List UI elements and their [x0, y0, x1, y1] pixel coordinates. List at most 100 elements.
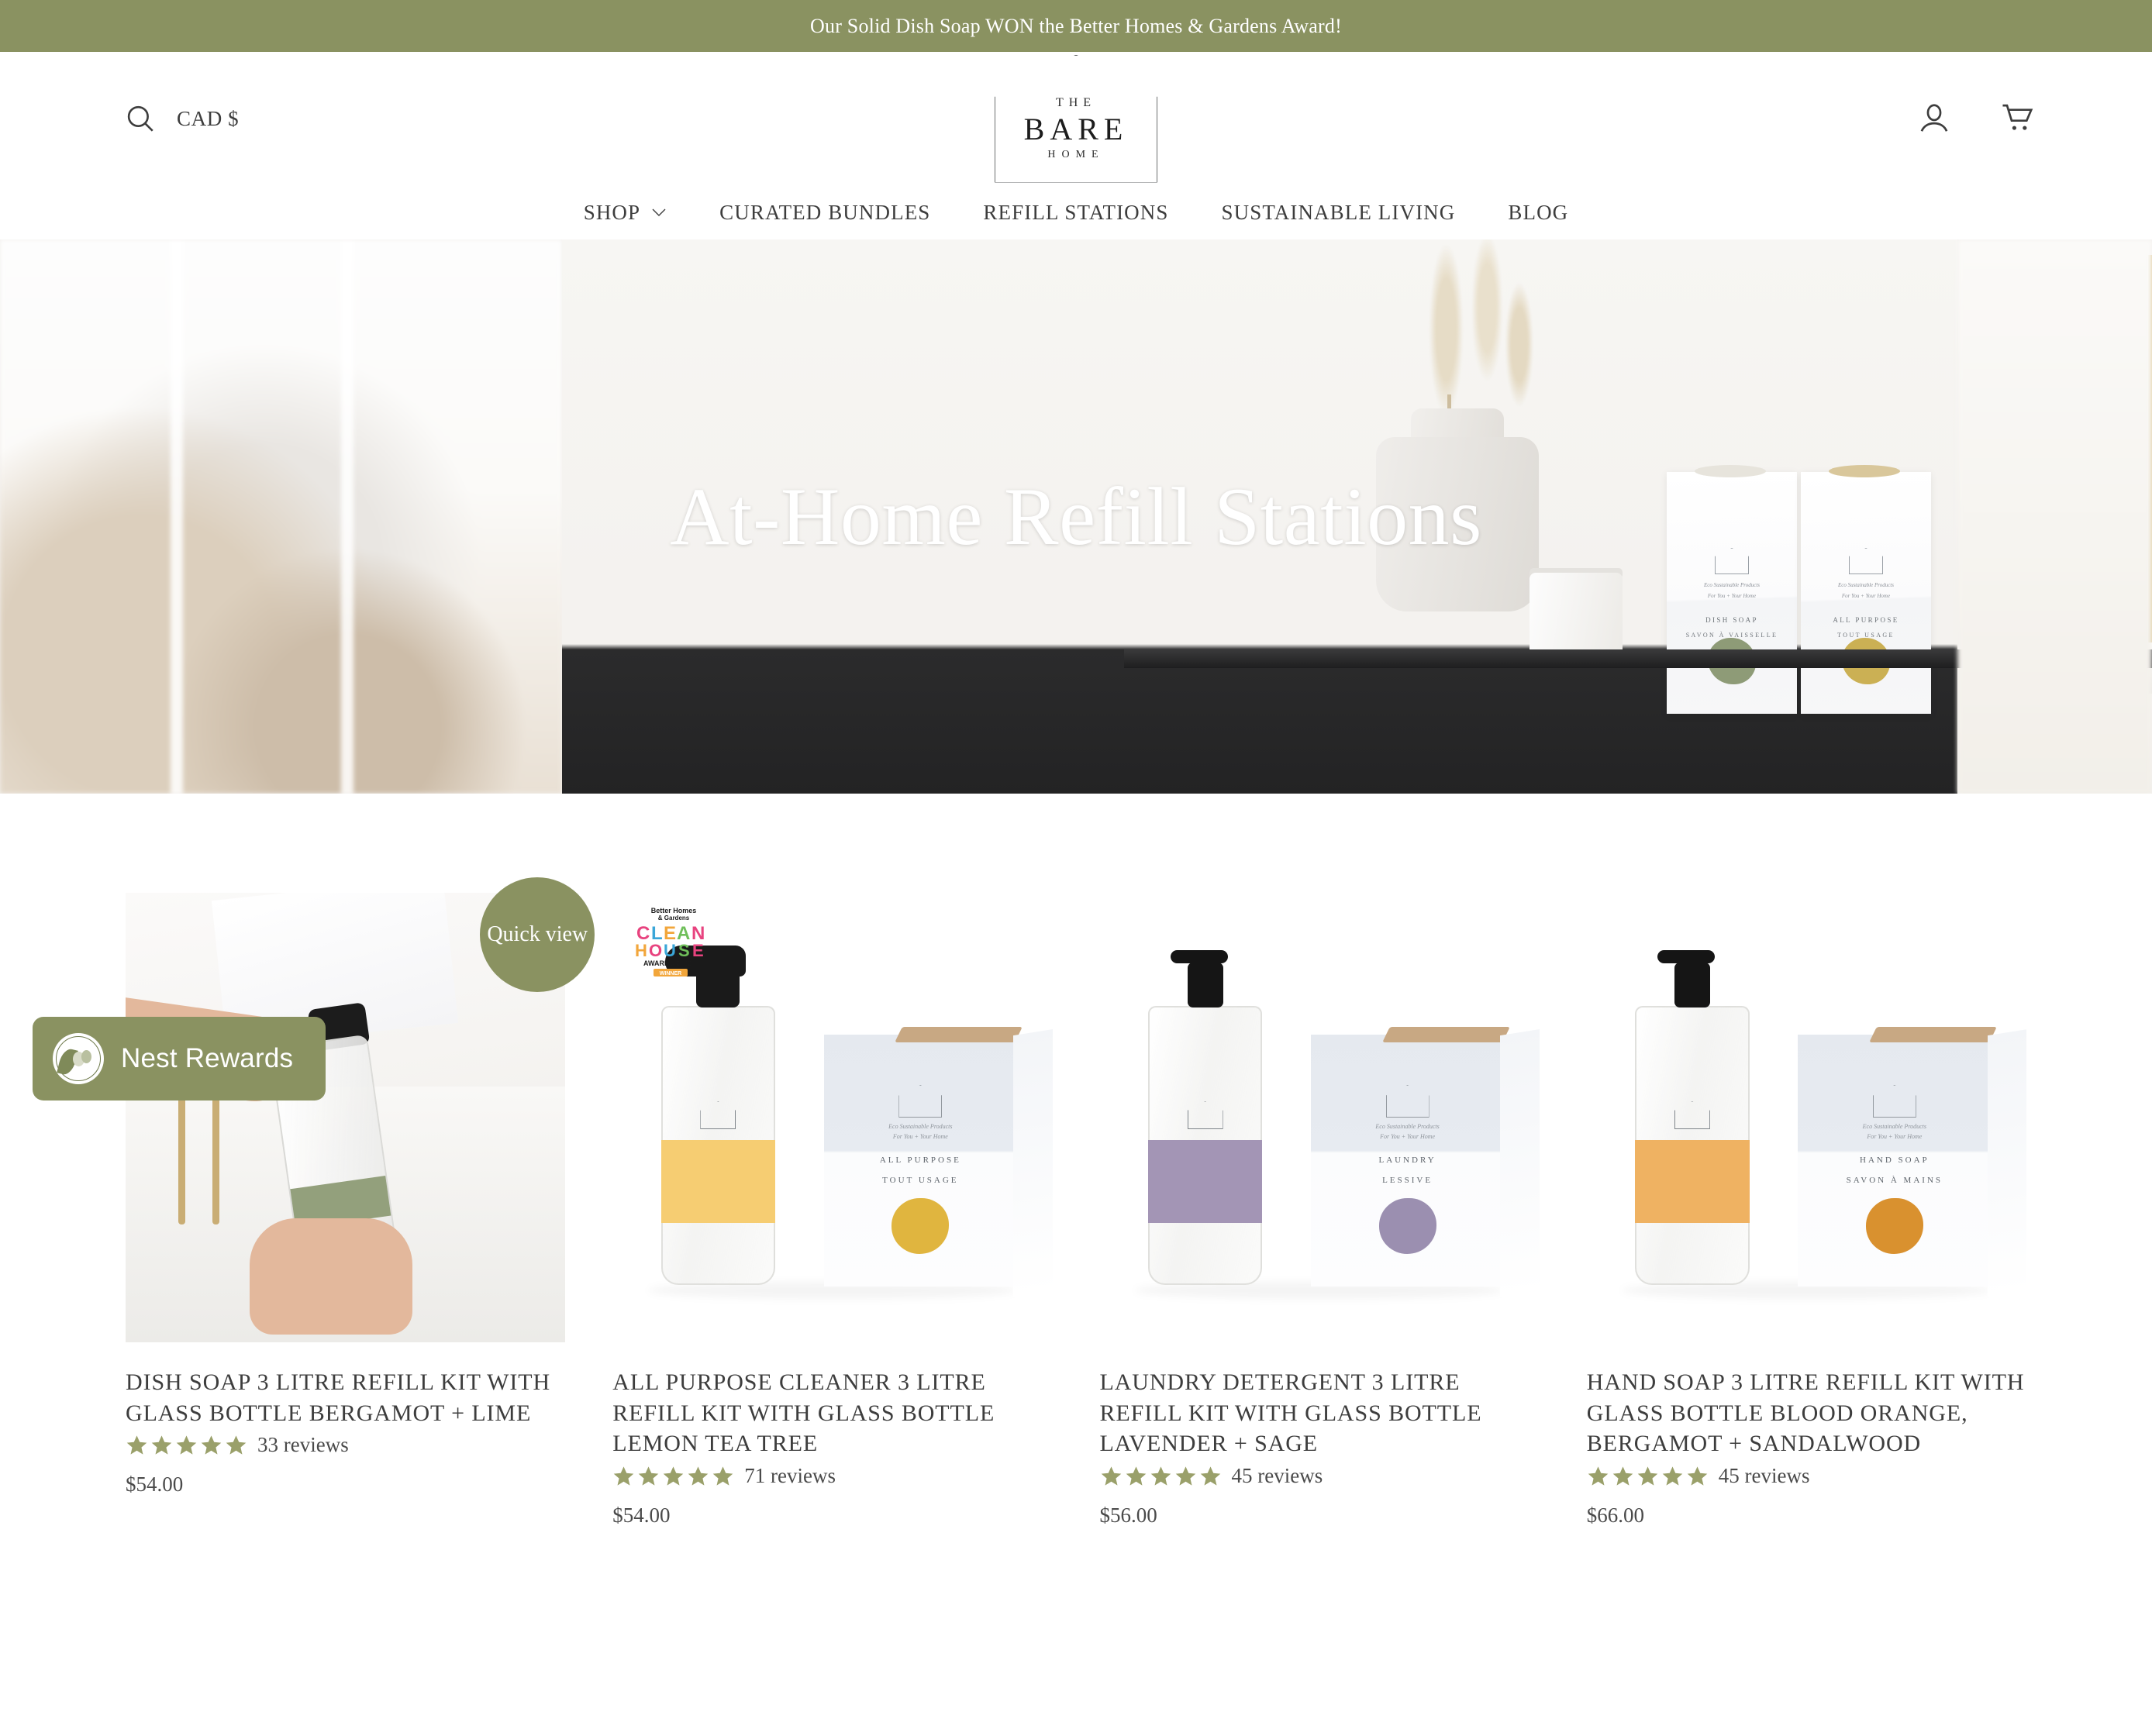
refill-box: Eco Sustainable Products For You + Your … — [823, 1027, 1053, 1298]
chevron-down-icon — [652, 208, 666, 216]
hero-box1-name: DISH SOAP — [1705, 616, 1758, 624]
pump-bottle — [1147, 950, 1263, 1285]
header-left-controls: CAD $ — [124, 102, 239, 135]
product-title[interactable]: LAUNDRY DETERGENT 3 LITRE REFILL KIT WIT… — [1100, 1367, 1540, 1459]
search-icon[interactable] — [124, 102, 157, 135]
refill-box: Eco Sustainable Products For You + Your … — [1310, 1027, 1540, 1298]
nav-item-blog[interactable]: BLOG — [1481, 201, 1595, 225]
product-grid: Quick view DISH SOAP 3 LITRE REFILL KIT … — [126, 877, 2026, 1528]
nest-rewards-label: Nest Rewards — [121, 1043, 294, 1073]
star-icon — [638, 1466, 659, 1486]
star-icon — [151, 1435, 172, 1455]
star-icon — [226, 1435, 247, 1455]
star-icon — [663, 1466, 684, 1486]
star-rating-icons — [1100, 1465, 1222, 1487]
box-product-name: ALL PURPOSE — [879, 1156, 961, 1166]
box-product-name-fr: SAVON À MAINS — [1846, 1176, 1943, 1186]
product-grid-section: Quick view DISH SOAP 3 LITRE REFILL KIT … — [0, 794, 2152, 1528]
product-card[interactable]: Eco Sustainable Products For You + Your … — [612, 893, 1053, 1528]
main-navigation: SHOP CURATED BUNDLES REFILL STATIONS SUS… — [0, 185, 2152, 239]
svg-text:O: O — [649, 941, 662, 960]
pump-dispenser-icon — [1170, 950, 1228, 1008]
star-icon — [1200, 1466, 1220, 1486]
svg-text:H: H — [635, 941, 647, 960]
nav-label-shop: SHOP — [583, 200, 641, 224]
hero-banner: Eco Sustainable Products For You + Your … — [0, 239, 2152, 794]
box-product-name: LAUNDRY — [1378, 1156, 1436, 1166]
nest-rewards-logo-icon — [53, 1033, 104, 1084]
nav-item-sustainable-living[interactable]: SUSTAINABLE LIVING — [1195, 201, 1482, 225]
product-review-count: 33 reviews — [257, 1433, 349, 1457]
star-icon — [1612, 1466, 1633, 1486]
product-rating[interactable]: 71 reviews — [612, 1464, 1052, 1488]
product-card[interactable]: Quick view DISH SOAP 3 LITRE REFILL KIT … — [126, 877, 595, 1528]
cart-icon[interactable] — [2000, 101, 2036, 136]
pump-dispenser-icon — [1657, 950, 1715, 1008]
account-icon[interactable] — [1916, 101, 1952, 136]
product-review-count: 45 reviews — [1231, 1463, 1323, 1487]
star-rating-icons — [612, 1465, 734, 1487]
nav-item-refill-stations[interactable]: REFILL STATIONS — [957, 201, 1195, 225]
hero-box2-name: ALL PURPOSE — [1833, 616, 1899, 624]
announcement-text: Our Solid Dish Soap WON the Better Homes… — [810, 14, 1342, 37]
award-badge-icon: Better Homes & Gardens C L E A N H O U S… — [630, 904, 717, 976]
star-icon — [712, 1466, 733, 1486]
svg-text:Better Homes: Better Homes — [651, 907, 697, 914]
box-product-name: HAND SOAP — [1860, 1156, 1930, 1166]
product-image-all-purpose-cleaner-refill-kit[interactable]: Eco Sustainable Products For You + Your … — [612, 893, 1053, 1342]
star-icon — [1150, 1466, 1171, 1486]
svg-text:WINNER: WINNER — [660, 971, 681, 976]
nest-rewards-widget[interactable]: Nest Rewards — [33, 1017, 326, 1100]
star-icon — [688, 1466, 709, 1486]
star-rating-icons — [1587, 1465, 1709, 1487]
star-icon — [1637, 1466, 1658, 1486]
product-rating[interactable]: 33 reviews — [126, 1433, 565, 1457]
nav-item-curated-bundles[interactable]: CURATED BUNDLES — [693, 201, 957, 225]
nav-label-sustainable-living: SUSTAINABLE LIVING — [1221, 200, 1456, 224]
logo-line-bare: BARE — [1023, 112, 1129, 146]
svg-text:S: S — [678, 941, 690, 960]
svg-text:E: E — [692, 941, 704, 960]
nav-label-curated-bundles: CURATED BUNDLES — [719, 200, 931, 224]
star-icon — [1588, 1466, 1609, 1486]
product-card[interactable]: Eco Sustainable Products For You + Your … — [1099, 893, 1540, 1528]
product-price: $54.00 — [612, 1503, 671, 1527]
star-icon — [1687, 1466, 1708, 1486]
quick-view-button[interactable]: Quick view — [480, 877, 595, 992]
hero-title: At-Home Refill Stations — [670, 470, 1482, 562]
star-icon — [176, 1435, 197, 1455]
product-image-laundry-detergent-refill-kit[interactable]: Eco Sustainable Products For You + Your … — [1099, 893, 1540, 1342]
box-product-name-fr: TOUT USAGE — [882, 1176, 959, 1186]
product-image-hand-soap-refill-kit[interactable]: Eco Sustainable Products For You + Your … — [1586, 893, 2026, 1342]
product-title[interactable]: DISH SOAP 3 LITRE REFILL KIT WITH GLASS … — [126, 1367, 565, 1428]
currency-selector[interactable]: CAD $ — [177, 107, 239, 131]
pump-bottle — [1635, 950, 1750, 1285]
box-tagline-2: For You + Your Home — [1380, 1132, 1436, 1140]
product-rating[interactable]: 45 reviews — [1587, 1464, 2026, 1488]
nav-label-refill-stations: REFILL STATIONS — [983, 200, 1169, 224]
hero-box1-tagline2: For You + Your Home — [1707, 593, 1757, 599]
site-header: CAD $ THE BARE HOME — [0, 52, 2152, 185]
hero-box1-tagline1: Eco Sustainable Products — [1703, 582, 1761, 588]
logo-line-home: HOME — [1047, 149, 1105, 160]
product-price: $56.00 — [1099, 1503, 1157, 1527]
box-tagline-1: Eco Sustainable Products — [1862, 1122, 1927, 1130]
box-tagline-2: For You + Your Home — [892, 1132, 948, 1140]
nav-item-shop[interactable]: SHOP — [557, 201, 693, 225]
product-price: $54.00 — [126, 1472, 184, 1497]
product-review-count: 45 reviews — [1718, 1463, 1810, 1487]
product-title[interactable]: HAND SOAP 3 LITRE REFILL KIT WITH GLASS … — [1587, 1367, 2026, 1459]
product-rating[interactable]: 45 reviews — [1100, 1464, 1540, 1488]
site-logo[interactable]: THE BARE HOME — [995, 54, 1157, 183]
svg-text:& Gardens: & Gardens — [658, 914, 690, 921]
product-title[interactable]: ALL PURPOSE CLEANER 3 LITRE REFILL KIT W… — [612, 1367, 1052, 1459]
product-card[interactable]: Eco Sustainable Products For You + Your … — [1586, 893, 2026, 1528]
refill-box: Eco Sustainable Products For You + Your … — [1798, 1027, 2026, 1298]
star-icon — [1662, 1466, 1683, 1486]
star-icon — [613, 1466, 634, 1486]
product-review-count: 71 reviews — [744, 1463, 836, 1487]
box-tagline-1: Eco Sustainable Products — [888, 1122, 953, 1130]
logo-line-the: THE — [1055, 96, 1097, 109]
svg-text:AWARDS 2022: AWARDS 2022 — [643, 959, 691, 967]
box-tagline-1: Eco Sustainable Products — [1375, 1122, 1440, 1130]
